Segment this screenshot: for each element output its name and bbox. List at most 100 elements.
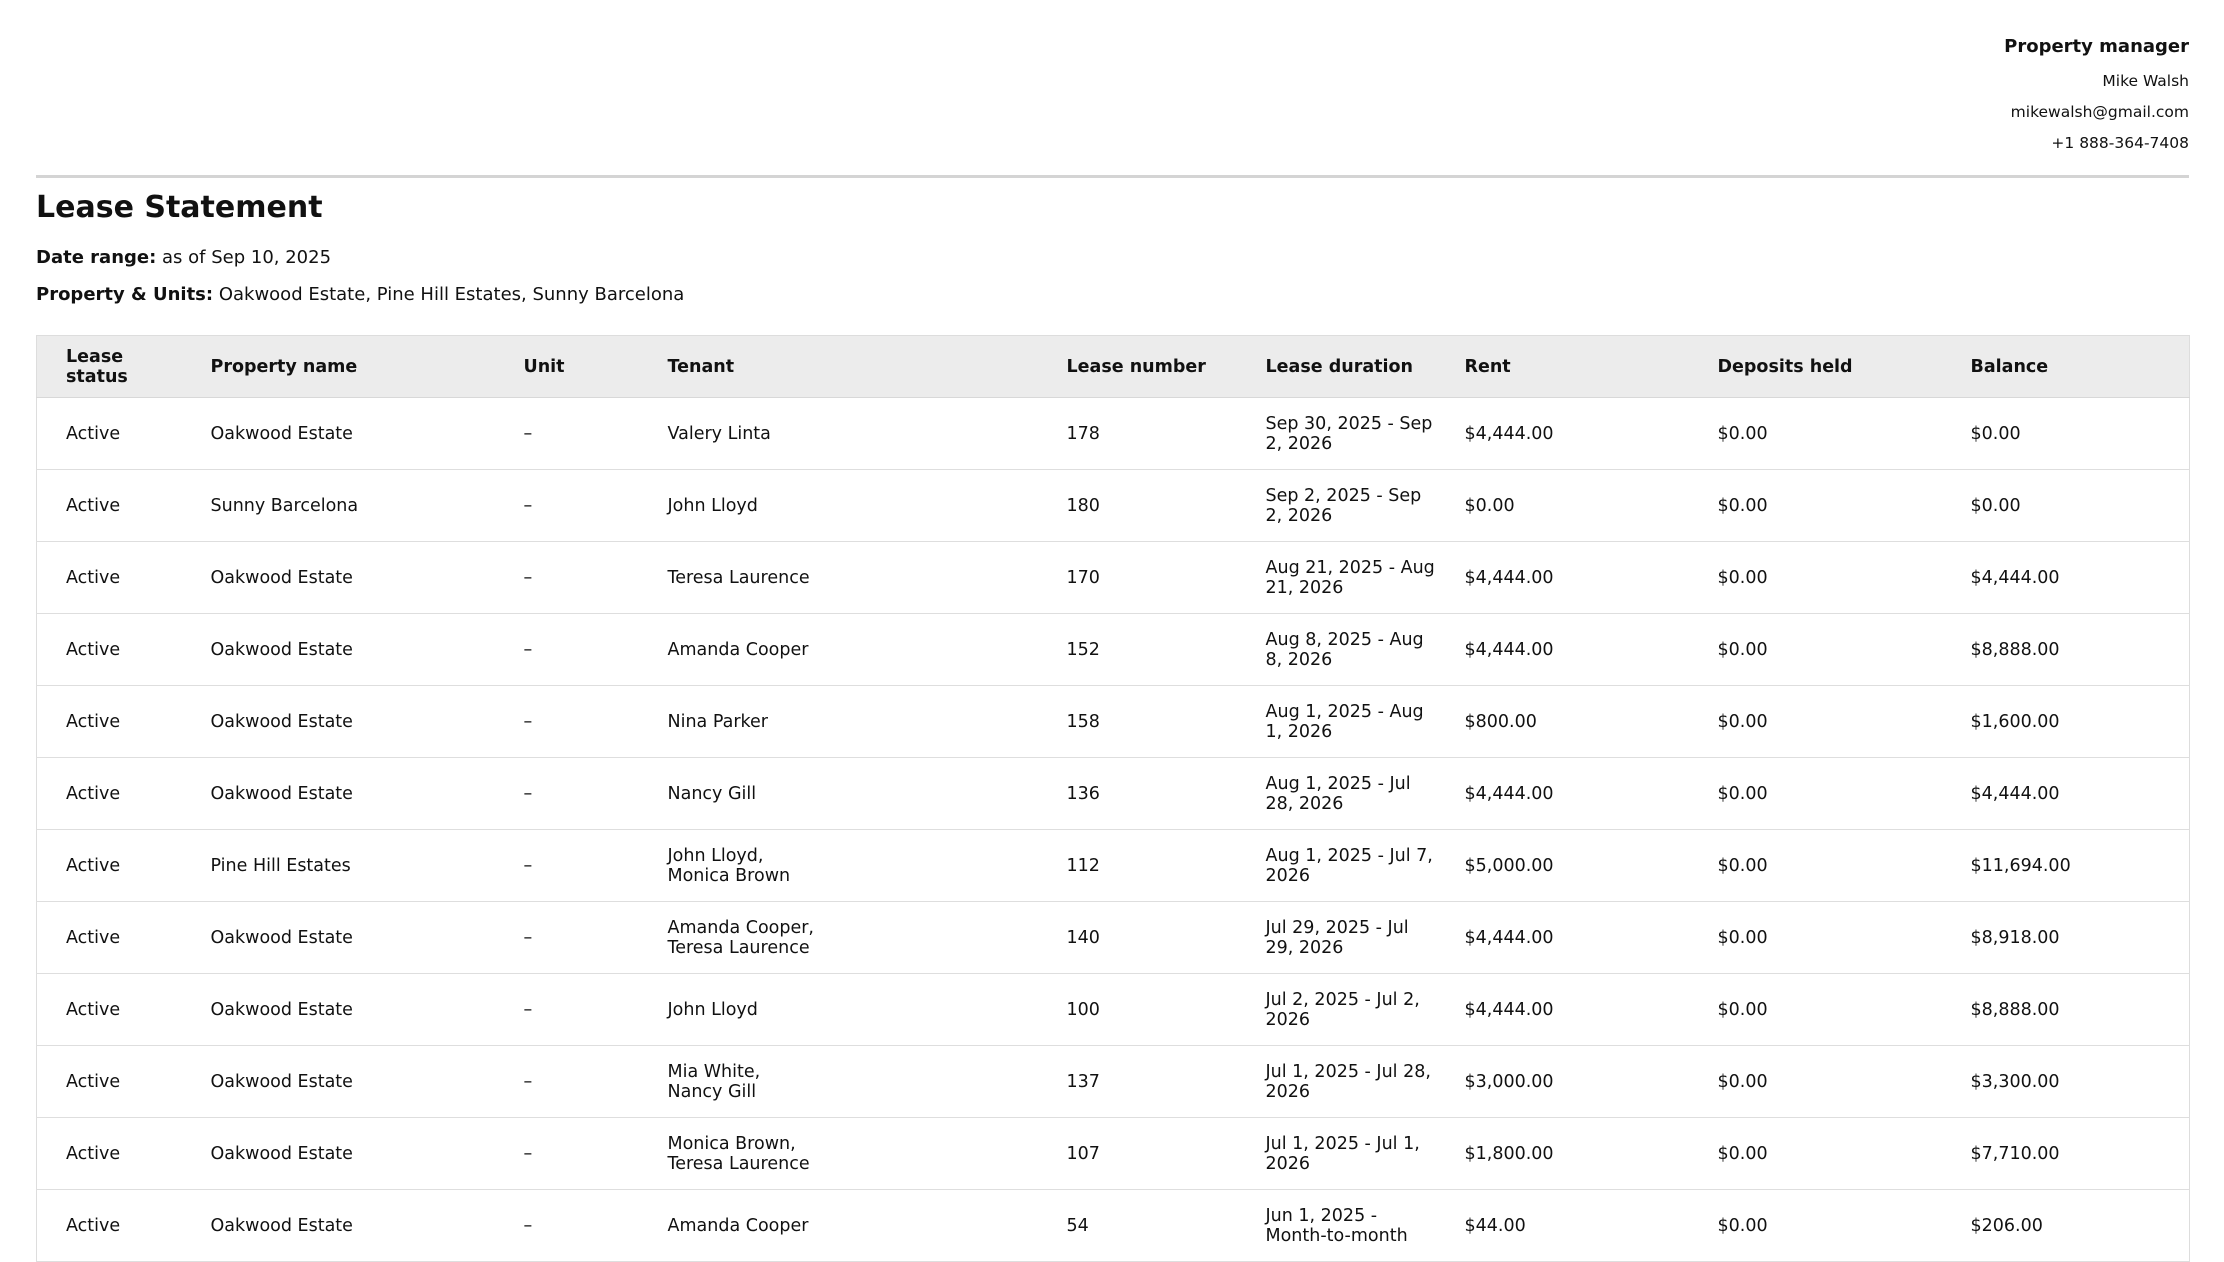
- tenant-cell-text: Amanda Cooper: [667, 1215, 809, 1236]
- balance-cell-text: $4,444.00: [1970, 567, 2060, 588]
- balance-cell: $4,444.00: [1941, 757, 2190, 830]
- lease-status-cell: Active: [36, 541, 182, 614]
- unit-cell: –: [494, 685, 639, 758]
- property-name-cell-text: Oakwood Estate: [210, 999, 353, 1020]
- lease-number-cell-text: 112: [1066, 855, 1100, 876]
- unit-cell: –: [494, 829, 639, 902]
- property-name-cell: Oakwood Estate: [181, 541, 495, 614]
- tenant-cell-text: John Lloyd, Monica Brown: [667, 845, 791, 886]
- balance-cell: $3,300.00: [1941, 1045, 2190, 1118]
- balance-cell: $11,694.00: [1941, 829, 2190, 902]
- unit-cell: –: [494, 1117, 639, 1190]
- lease-number-cell: 170: [1037, 541, 1237, 614]
- property-name-cell-text: Oakwood Estate: [210, 927, 353, 948]
- tenant-cell: Amanda Cooper, Teresa Laurence: [638, 901, 1038, 974]
- table-row: Active Oakwood Estate – Amanda Cooper, Tere…: [36, 901, 2190, 974]
- property-units-label: Property & Units:: [36, 284, 214, 305]
- deposits-held-cell-text: $0.00: [1717, 423, 1768, 444]
- lease-number-cell-text: 140: [1066, 927, 1100, 948]
- rent-cell-text: $3,000.00: [1464, 1071, 1554, 1092]
- balance-cell-text: $8,888.00: [1970, 999, 2060, 1020]
- deposits-held-cell-text: $0.00: [1717, 1071, 1768, 1092]
- lease-status-cell: Active: [36, 901, 182, 974]
- lease-duration-cell: Aug 8, 2025 - Aug 8, 2026: [1236, 613, 1436, 686]
- lease-duration-cell: Sep 30, 2025 - Sep 2, 2026: [1236, 397, 1436, 470]
- table-row: Active Oakwood Estate – Amanda Cooper 152 Aug…: [36, 613, 2190, 686]
- manager-phone: +1 888-364-7408: [2051, 134, 2189, 152]
- property-name-cell: Oakwood Estate: [181, 757, 495, 830]
- tenant-cell: Valery Linta: [638, 397, 1038, 470]
- balance-cell-text: $11,694.00: [1970, 855, 2071, 876]
- unit-cell: –: [494, 541, 639, 614]
- lease-duration-cell-text: Jun 1, 2025 - Month-to-month: [1265, 1205, 1408, 1246]
- table-row: Active Pine Hill Estates – John Lloyd, Moni…: [36, 829, 2190, 902]
- balance-cell-text: $0.00: [1970, 495, 2021, 516]
- lease-table: Lease status Property name Unit Tenant L…: [36, 335, 2190, 1262]
- rent-cell: $4,444.00: [1435, 397, 1689, 470]
- deposits-held-cell: $0.00: [1688, 1045, 1942, 1118]
- table-row: Active Oakwood Estate – Monica Brown, Teres…: [36, 1117, 2190, 1190]
- balance-cell: $8,888.00: [1941, 613, 2190, 686]
- lease-duration-cell: Aug 21, 2025 - Aug 21, 2026: [1236, 541, 1436, 614]
- lease-number-cell: 152: [1037, 613, 1237, 686]
- lease-status-cell-text: Active: [66, 495, 121, 516]
- lease-duration-cell-text: Jul 2, 2025 - Jul 2, 2026: [1265, 989, 1420, 1030]
- unit-cell-text: –: [523, 927, 533, 948]
- property-name-cell-text: Oakwood Estate: [210, 783, 353, 804]
- tenant-cell: Amanda Cooper: [638, 613, 1038, 686]
- balance-cell: $0.00: [1941, 397, 2190, 470]
- rent-cell: $4,444.00: [1435, 973, 1689, 1046]
- property-name-cell-text: Oakwood Estate: [210, 639, 353, 660]
- balance-cell-text: $8,888.00: [1970, 639, 2060, 660]
- tenant-cell: Amanda Cooper: [638, 1189, 1038, 1262]
- lease-number-cell: 137: [1037, 1045, 1237, 1118]
- lease-status-cell: Active: [36, 685, 182, 758]
- rent-cell-text: $800.00: [1464, 711, 1537, 732]
- lease-duration-cell-text: Aug 1, 2025 - Aug 1, 2026: [1265, 701, 1424, 742]
- lease-number-cell-text: 178: [1066, 423, 1100, 444]
- tenant-cell: Mia White, Nancy Gill: [638, 1045, 1038, 1118]
- deposits-held-cell-text: $0.00: [1717, 783, 1768, 804]
- balance-cell-text: $4,444.00: [1970, 783, 2060, 804]
- lease-duration-cell-text: Jul 1, 2025 - Jul 28, 2026: [1265, 1061, 1431, 1102]
- balance-cell: $8,918.00: [1941, 901, 2190, 974]
- lease-number-cell-text: 158: [1066, 711, 1100, 732]
- lease-status-cell: Active: [36, 757, 182, 830]
- lease-number-cell-text: 100: [1066, 999, 1100, 1020]
- balance-cell-text: $8,918.00: [1970, 927, 2060, 948]
- deposits-held-cell-text: $0.00: [1717, 1143, 1768, 1164]
- property-manager-heading: Property manager: [2004, 36, 2189, 57]
- rent-cell-text: $44.00: [1464, 1215, 1526, 1236]
- lease-duration-cell-text: Sep 2, 2025 - Sep 2, 2026: [1265, 485, 1422, 526]
- property-name-cell: Oakwood Estate: [181, 397, 495, 470]
- lease-number-cell: 100: [1037, 973, 1237, 1046]
- rent-cell-text: $4,444.00: [1464, 423, 1554, 444]
- table-row: Active Oakwood Estate – John Lloyd 100 Jul 2,…: [36, 973, 2190, 1046]
- column-header-property-name: Property name: [181, 335, 495, 398]
- date-range: Date range: as of Sep 10, 2025: [36, 245, 331, 271]
- rent-cell: $4,444.00: [1435, 613, 1689, 686]
- lease-status-cell-text: Active: [66, 1215, 121, 1236]
- lease-number-cell-text: 54: [1066, 1215, 1089, 1236]
- lease-number-cell-text: 137: [1066, 1071, 1100, 1092]
- unit-cell-text: –: [523, 567, 533, 588]
- tenant-cell: Nina Parker: [638, 685, 1038, 758]
- deposits-held-cell: $0.00: [1688, 829, 1942, 902]
- tenant-cell-text: Nancy Gill: [667, 783, 757, 804]
- lease-number-cell-text: 152: [1066, 639, 1100, 660]
- rent-cell: $44.00: [1435, 1189, 1689, 1262]
- lease-duration-cell-text: Aug 1, 2025 - Jul 28, 2026: [1265, 773, 1411, 814]
- manager-email: mikewalsh@gmail.com: [2010, 103, 2189, 121]
- property-name-cell-text: Oakwood Estate: [210, 711, 353, 732]
- property-name-cell: Oakwood Estate: [181, 613, 495, 686]
- tenant-cell-text: Teresa Laurence: [667, 567, 810, 588]
- lease-duration-cell-text: Jul 29, 2025 - Jul 29, 2026: [1265, 917, 1409, 958]
- unit-cell-text: –: [523, 495, 533, 516]
- unit-cell: –: [494, 757, 639, 830]
- column-header-unit: Unit: [494, 335, 639, 398]
- lease-status-cell: Active: [36, 1045, 182, 1118]
- property-units: Property & Units: Oakwood Estate, Pine H…: [36, 282, 684, 308]
- lease-duration-cell-text: Aug 21, 2025 - Aug 21, 2026: [1265, 557, 1435, 598]
- lease-number-cell-text: 180: [1066, 495, 1100, 516]
- tenant-cell-text: Mia White, Nancy Gill: [667, 1061, 761, 1102]
